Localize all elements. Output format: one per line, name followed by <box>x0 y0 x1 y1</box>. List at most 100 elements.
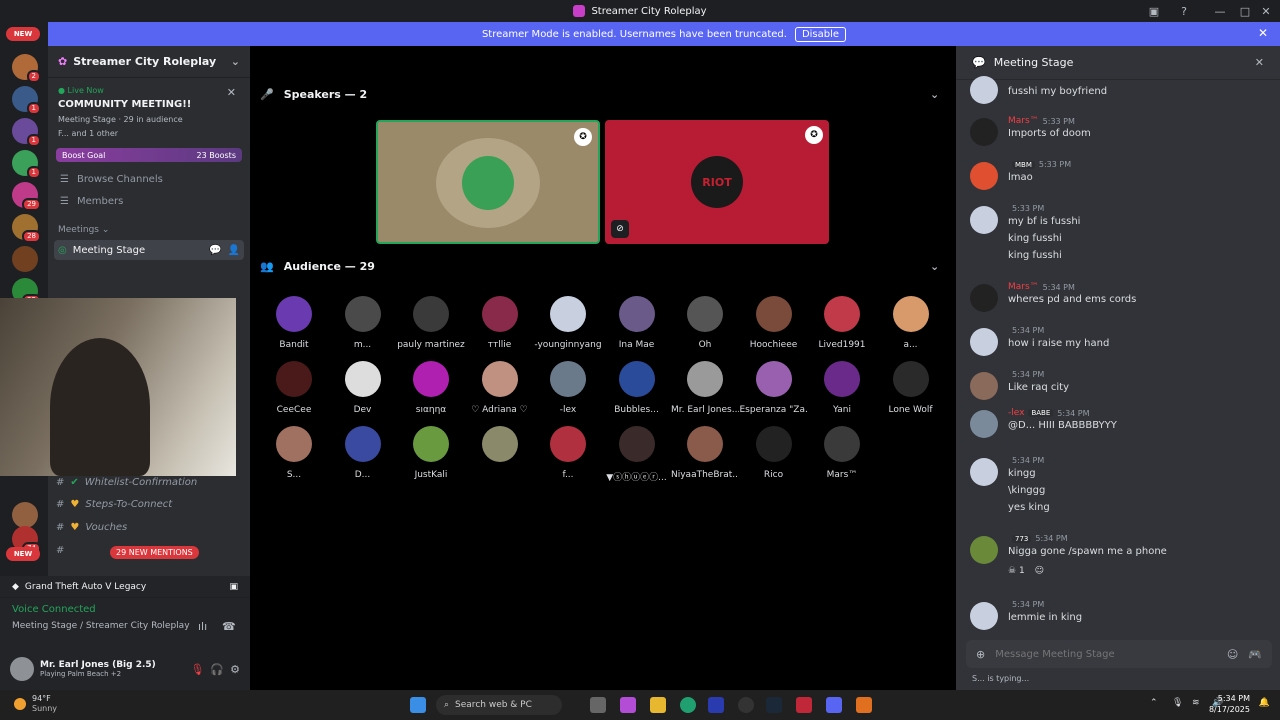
server-icon[interactable] <box>12 246 38 272</box>
audience-member[interactable]: m... <box>329 296 397 350</box>
audience-member[interactable]: Esperanza "Za... <box>740 361 808 415</box>
server-icon[interactable]: 28 <box>12 214 41 243</box>
live-event-card[interactable]: ● Live Now COMMUNITY MEETING!! Meeting S… <box>54 82 244 142</box>
audience-member[interactable]: JustKali <box>397 426 465 480</box>
avatar[interactable] <box>970 536 998 564</box>
app-orange-icon[interactable] <box>856 697 872 713</box>
minimize-button[interactable]: — <box>1206 0 1234 22</box>
notification-icon[interactable]: 🔔 <box>1259 698 1270 708</box>
audience-member[interactable]: ♡ Adriana ♡ <box>466 361 534 415</box>
audience-member[interactable]: Oh <box>671 296 739 350</box>
audience-member[interactable]: Yani <box>808 361 876 415</box>
audience-member[interactable]: -lex <box>534 361 602 415</box>
app-red-icon[interactable] <box>796 697 812 713</box>
avatar[interactable] <box>970 206 998 234</box>
audience-member[interactable]: -younginnyang <box>534 296 602 350</box>
task-view-icon[interactable] <box>590 697 606 713</box>
avatar[interactable] <box>970 284 998 312</box>
disable-button[interactable]: Disable <box>794 26 847 42</box>
server-icon[interactable]: 1 <box>12 86 41 115</box>
help-icon[interactable]: ? <box>1170 0 1198 22</box>
mic-muted-icon[interactable]: 🎙 <box>190 663 204 676</box>
server-icon[interactable]: 1 <box>12 118 41 147</box>
app-l-icon[interactable] <box>708 697 724 713</box>
wifi-icon[interactable]: ≋ <box>1192 698 1200 708</box>
channel-vouches[interactable]: # ♥ Vouches <box>56 517 127 537</box>
obs-icon[interactable] <box>738 697 754 713</box>
audience-member[interactable]: pauly martinez <box>397 296 465 350</box>
chevron-down-icon[interactable]: ⌄ <box>930 260 939 273</box>
audience-member[interactable]: Lone Wolf <box>877 361 945 415</box>
message-author[interactable]: Mars™ <box>1008 116 1039 126</box>
boost-goal-bar[interactable]: Boost Goal 23 Boosts <box>56 148 242 162</box>
avatar[interactable] <box>970 328 998 356</box>
add-reaction-icon[interactable]: ☺ <box>1035 566 1044 576</box>
channel-hidden[interactable]: # <box>56 540 64 560</box>
headphones-icon[interactable]: 🎧 <box>210 663 224 676</box>
audience-member[interactable] <box>466 426 534 470</box>
mic-tray-icon[interactable]: 🎙 <box>1172 698 1183 708</box>
message-author[interactable]: -lex <box>1008 408 1024 418</box>
voice-location[interactable]: Meeting Stage / Streamer City Roleplay <box>0 621 250 631</box>
server-icon[interactable]: 29 <box>12 182 41 211</box>
new-pill-top[interactable]: NEW <box>6 27 40 41</box>
new-pill-bottom[interactable]: NEW <box>6 547 40 561</box>
channel-meeting-stage[interactable]: ◎ Meeting Stage 💬 👤 <box>54 240 244 260</box>
close-event-icon[interactable]: ✕ <box>227 86 236 99</box>
taskbar-search[interactable]: ⌕ Search web & PC <box>436 695 562 715</box>
server-icon[interactable]: 1 <box>12 150 41 179</box>
audience-member[interactable]: Ina Mae <box>603 296 671 350</box>
message-input[interactable] <box>995 648 1217 660</box>
avatar[interactable] <box>970 372 998 400</box>
inbox-icon[interactable]: ▣ <box>1140 0 1168 22</box>
disconnect-icon[interactable]: ☎ <box>222 620 236 633</box>
server-header[interactable]: ✿ Streamer City Roleplay ⌄ <box>48 46 250 78</box>
clock[interactable]: 5:34 PM 8/17/2025 <box>1209 693 1250 715</box>
soundboard-icon[interactable]: ılı <box>198 620 207 633</box>
audience-member[interactable]: f... <box>534 426 602 480</box>
server-icon[interactable]: 2 <box>12 54 41 83</box>
speaker-tile[interactable]: RIOT ✪ ⊘ <box>605 120 829 244</box>
file-explorer-icon[interactable] <box>650 697 666 713</box>
audience-member[interactable]: a... <box>877 296 945 350</box>
invite-icon[interactable]: 👤 <box>228 245 240 256</box>
server-icon[interactable] <box>12 502 38 528</box>
new-mentions-pill[interactable]: 29 NEW MENTIONS <box>110 546 199 559</box>
audience-member[interactable]: S... <box>260 426 328 480</box>
steam-icon[interactable] <box>766 697 782 713</box>
message-author[interactable]: Mars™ <box>1008 282 1039 292</box>
copilot-icon[interactable] <box>620 697 636 713</box>
close-banner-icon[interactable]: ✕ <box>1258 26 1268 40</box>
audience-member[interactable]: NiyaaTheBrat... <box>671 426 739 480</box>
audience-member[interactable]: Mars™ <box>808 426 876 480</box>
close-window-button[interactable]: ✕ <box>1252 0 1280 22</box>
avatar[interactable] <box>970 162 998 190</box>
channel-whitelist[interactable]: # ✔ Whitelist-Confirmation <box>56 472 197 492</box>
avatar[interactable] <box>970 76 998 104</box>
avatar[interactable] <box>970 118 998 146</box>
weather-widget[interactable]: 94°F Sunny <box>14 694 57 714</box>
audience-member[interactable]: Dev <box>329 361 397 415</box>
audience-member[interactable]: Bubbles... <box>603 361 671 415</box>
chevron-down-icon[interactable]: ⌄ <box>930 88 939 101</box>
audience-member[interactable]: Hoochieee <box>740 296 808 350</box>
emoji-icon[interactable]: ☺ <box>1227 648 1238 661</box>
avatar[interactable] <box>10 657 34 681</box>
add-icon[interactable]: ⊕ <box>976 648 985 661</box>
chat-bubble-icon[interactable]: 💬 <box>209 245 221 256</box>
audience-member[interactable]: Bandit <box>260 296 328 350</box>
gamepad-icon[interactable]: 🎮 <box>1248 648 1262 661</box>
members-link[interactable]: ☰ Members <box>48 190 250 212</box>
skull-reaction[interactable]: ☠ 1 <box>1008 566 1025 576</box>
discord-icon[interactable] <box>826 697 842 713</box>
audience-member[interactable]: CeeCee <box>260 361 328 415</box>
windows-start-icon[interactable] <box>410 697 426 713</box>
audience-member[interactable]: Mr. Earl Jones... <box>671 361 739 415</box>
audience-member[interactable]: Lived1991 <box>808 296 876 350</box>
audience-member[interactable]: D... <box>329 426 397 480</box>
category-meetings[interactable]: Meetings ⌄ <box>48 220 250 240</box>
avatar[interactable] <box>970 410 998 438</box>
speaker-tile[interactable]: ✪ <box>376 120 600 244</box>
audience-member[interactable]: Rico <box>740 426 808 480</box>
avatar[interactable] <box>970 602 998 630</box>
